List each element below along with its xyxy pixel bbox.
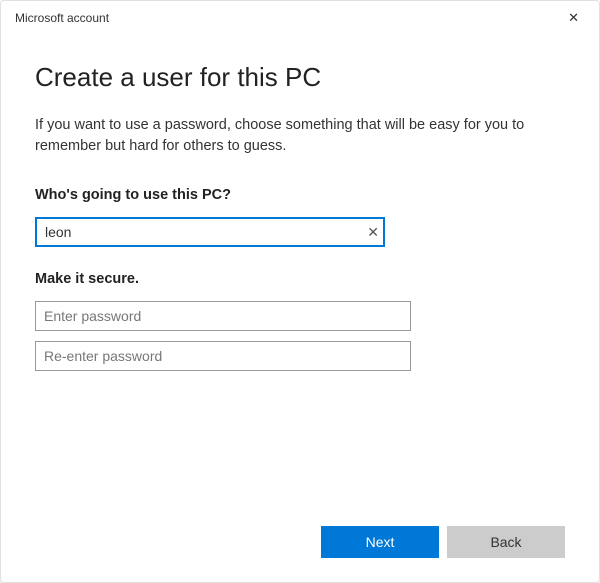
dialog-window: Microsoft account ✕ Create a user for th… bbox=[0, 0, 600, 583]
username-input[interactable] bbox=[35, 217, 385, 247]
username-label: Who's going to use this PC? bbox=[35, 187, 565, 203]
password-input[interactable] bbox=[35, 301, 411, 331]
titlebar: Microsoft account ✕ bbox=[1, 1, 599, 30]
page-title: Create a user for this PC bbox=[35, 62, 565, 93]
username-input-wrap: ✕ bbox=[35, 217, 385, 247]
page-description: If you want to use a password, choose so… bbox=[35, 115, 565, 157]
close-icon[interactable]: ✕ bbox=[562, 9, 585, 26]
password-confirm-wrap bbox=[35, 341, 411, 371]
back-button[interactable]: Back bbox=[447, 526, 565, 558]
password-input-wrap bbox=[35, 301, 411, 331]
password-label: Make it secure. bbox=[35, 271, 565, 287]
next-button[interactable]: Next bbox=[321, 526, 439, 558]
password-confirm-input[interactable] bbox=[35, 341, 411, 371]
content-area: Create a user for this PC If you want to… bbox=[1, 30, 599, 582]
footer: Next Back bbox=[321, 526, 565, 558]
clear-icon[interactable]: ✕ bbox=[367, 225, 379, 239]
window-title: Microsoft account bbox=[15, 11, 109, 25]
